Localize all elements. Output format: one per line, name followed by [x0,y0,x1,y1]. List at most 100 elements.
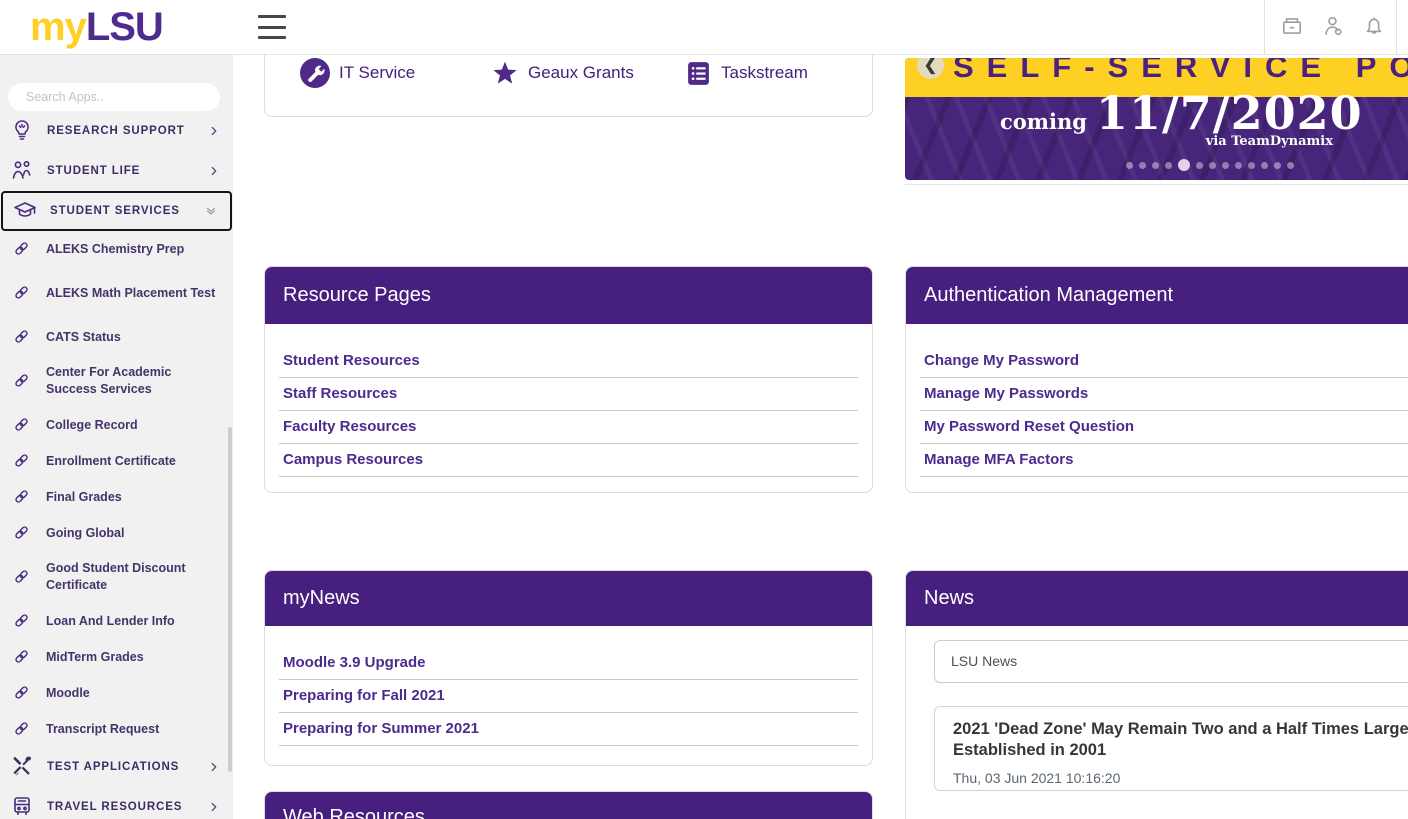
sidebar-item-final-grades[interactable]: Final Grades [0,479,233,515]
carousel-dot-4[interactable] [1165,162,1172,169]
sidebar-category-student-life[interactable]: STUDENT LIFE [0,151,233,191]
card-link-preparing-for-fall-2021[interactable]: Preparing for Fall 2021 [279,680,858,713]
sidebar-category-test-applications[interactable]: TEST APPLICATIONS [0,747,233,787]
carousel-dot-12[interactable] [1274,162,1281,169]
quick-link-geaux-grants[interactable]: Geaux Grants [491,58,634,88]
link-chain-icon [12,283,32,303]
card-link-staff-resources[interactable]: Staff Resources [279,378,858,411]
sidebar-item-aleks-math-placement-test[interactable]: ALEKS Math Placement Test [0,267,233,319]
search-input[interactable] [8,83,220,111]
card-link-manage-my-passwords[interactable]: Manage My Passwords [920,378,1408,411]
notifications-bell-icon[interactable] [1361,13,1387,39]
carousel-dot-6[interactable] [1196,162,1203,169]
archive-drawer-icon[interactable] [1279,13,1305,39]
banner-coming-row: coming 11/7/2020 [1000,91,1363,135]
sidebar-item-aleks-chemistry-prep[interactable]: ALEKS Chemistry Prep [0,231,233,267]
sidebar-category-label: STUDENT SERVICES [50,205,180,217]
news-item-title-line1: 2021 'Dead Zone' May Remain Two and a Ha… [953,719,1408,740]
sidebar-category-label: TEST APPLICATIONS [47,761,179,773]
card-link-campus-resources[interactable]: Campus Resources [279,444,858,477]
sidebar-scrollbar[interactable] [228,427,232,772]
carousel-dots [905,159,1408,171]
banner-via-label: via TeamDynamix [905,134,1333,149]
link-chain-icon [12,487,32,507]
carousel-dot-13[interactable] [1287,162,1294,169]
card-title: myNews [265,571,872,626]
carousel-dot-7[interactable] [1209,162,1216,169]
quick-links-card: IT Service Geaux Grants Taskstream [264,55,873,117]
sidebar-item-college-record[interactable]: College Record [0,407,233,443]
app-sidebar: RESEARCH SUPPORTSTUDENT LIFE STUDENT SERV… [0,55,233,819]
carousel-dot-5[interactable] [1178,159,1190,171]
sidebar-nav: RESEARCH SUPPORTSTUDENT LIFE STUDENT SERV… [0,111,233,819]
card-link-faculty-resources[interactable]: Faculty Resources [279,411,858,444]
link-chain-icon [12,683,32,703]
sidebar-item-label: Moodle [46,685,90,702]
news-source-select[interactable]: LSU News [934,640,1408,683]
mylsu-logo[interactable]: myLSU [30,4,163,50]
grad-cap-icon [13,198,39,224]
sidebar-item-midterm-grades[interactable]: MidTerm Grades [0,639,233,675]
sidebar-item-moodle[interactable]: Moodle [0,675,233,711]
carousel-dot-10[interactable] [1248,162,1255,169]
sidebar-item-label: Going Global [46,525,124,542]
sidebar-item-cats-status[interactable]: CATS Status [0,319,233,355]
sidebar-item-label: Transcript Request [46,721,159,738]
link-chain-icon [12,451,32,471]
chevron-right-icon [207,124,221,138]
card-link-student-resources[interactable]: Student Resources [279,345,858,378]
link-chain-icon [12,239,32,259]
header-icon-group [1279,13,1387,39]
sidebar-item-label: CATS Status [46,329,121,346]
sidebar-item-loan-and-lender-info[interactable]: Loan And Lender Info [0,603,233,639]
quick-link-taskstream[interactable]: Taskstream [685,58,808,88]
link-chain-icon [12,523,32,543]
card-link-preparing-for-summer-2021[interactable]: Preparing for Summer 2021 [279,713,858,746]
sidebar-item-center-for-academic-success-services[interactable]: Center For Academic Success Services [0,355,233,407]
user-account-icon[interactable] [1320,13,1346,39]
carousel-dot-9[interactable] [1235,162,1242,169]
sidebar-category-travel-resources[interactable]: TRAVEL RESOURCES [0,787,233,819]
link-chain-icon [12,719,32,739]
news-item-date: Thu, 03 Jun 2021 10:16:20 [953,770,1408,786]
quick-link-it-service[interactable]: IT Service [300,58,415,88]
sidebar-item-going-global[interactable]: Going Global [0,515,233,551]
news-card: News LSU News 2021 'Dead Zone' May Remai… [905,570,1408,819]
card-title: News [906,571,1408,626]
tools-icon [10,754,36,780]
card-link-my-password-reset-question[interactable]: My Password Reset Question [920,411,1408,444]
carousel-dot-2[interactable] [1139,162,1146,169]
sidebar-item-transcript-request[interactable]: Transcript Request [0,711,233,747]
link-chain-icon [12,415,32,435]
card-link-moodle-3-9-upgrade[interactable]: Moodle 3.9 Upgrade [279,647,858,680]
hamburger-menu-icon[interactable] [258,15,286,39]
card-link-manage-mfa-factors[interactable]: Manage MFA Factors [920,444,1408,477]
resource-pages-card: Resource Pages Student ResourcesStaff Re… [264,266,873,493]
news-item[interactable]: 2021 'Dead Zone' May Remain Two and a Ha… [934,706,1408,791]
sidebar-item-label: Loan And Lender Info [46,613,175,630]
carousel-dot-11[interactable] [1261,162,1268,169]
sidebar-item-good-student-discount-certificate[interactable]: Good Student Discount Certificate [0,551,233,603]
banner-headline: SELF-SERVICE PORTAL [953,58,1408,85]
card-title: Web Resources [265,792,872,819]
student-life-icon [10,158,36,184]
sidebar-item-label: College Record [46,417,138,434]
sidebar-item-label: Enrollment Certificate [46,453,176,470]
banner-date: 11/7/2020 [1096,91,1363,135]
sidebar-item-label: MidTerm Grades [46,649,144,666]
card-title: Authentication Management [906,267,1408,324]
news-item-title-line2: Established in 2001 [953,740,1408,761]
authentication-management-card: Authentication Management Change My Pass… [905,266,1408,493]
carousel-dot-8[interactable] [1222,162,1229,169]
logo-my: my [30,5,86,49]
sidebar-item-label: Final Grades [46,489,122,506]
carousel-dot-1[interactable] [1126,162,1133,169]
carousel-dot-3[interactable] [1152,162,1159,169]
sidebar-category-research-support[interactable]: RESEARCH SUPPORT [0,111,233,151]
chevron-right-icon [207,800,221,814]
quick-link-label: Taskstream [721,63,808,83]
card-link-change-my-password[interactable]: Change My Password [920,345,1408,378]
bus-icon [10,794,36,819]
sidebar-category-student-services[interactable]: STUDENT SERVICES [1,191,232,231]
sidebar-item-enrollment-certificate[interactable]: Enrollment Certificate [0,443,233,479]
